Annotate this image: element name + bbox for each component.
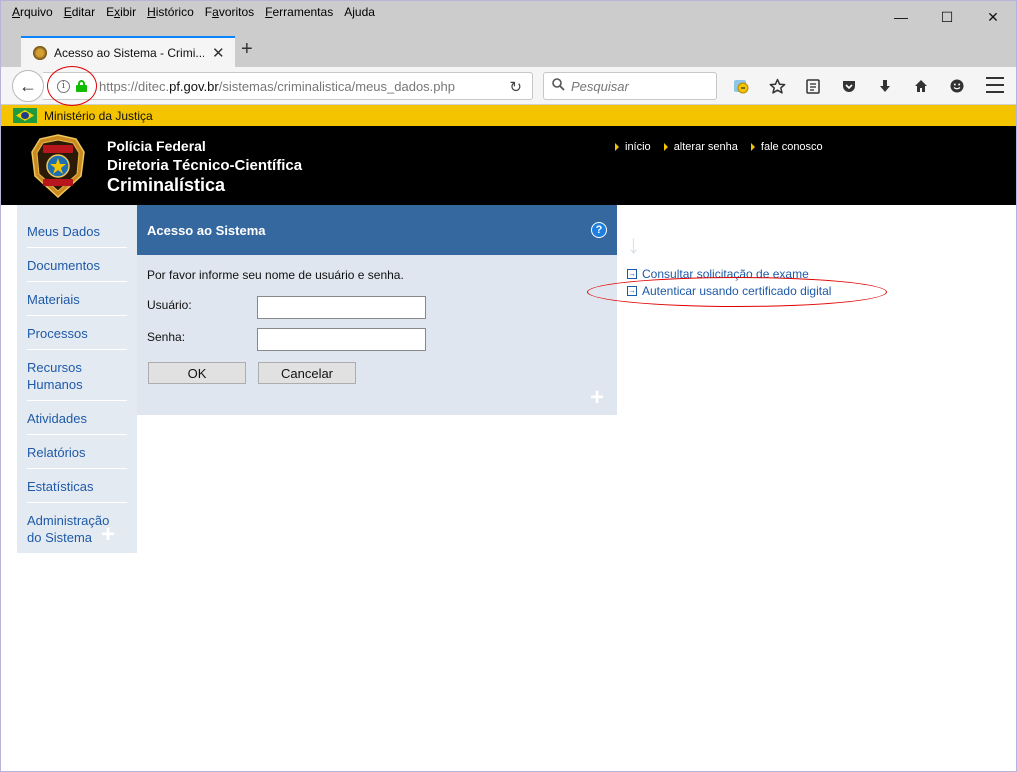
back-arrow-icon: ← [19, 75, 37, 96]
download-icon[interactable] [867, 73, 903, 99]
police-badge-favicon-icon [33, 45, 47, 60]
sidebar-item-processos[interactable]: Processos [27, 316, 127, 350]
menu-historico[interactable]: Histórico [147, 5, 194, 19]
tab-strip: Acesso ao Sistema - Crimi... ✕ + [1, 23, 1016, 67]
ok-button[interactable]: OK [148, 362, 246, 384]
arrow-down-icon: ↓ [627, 229, 640, 259]
login-instructions: Por favor informe seu nome de usuário e … [147, 268, 404, 282]
link-inicio[interactable]: início [615, 141, 651, 153]
menu-ajuda[interactable]: Ajuda [344, 5, 375, 19]
brazil-flag-icon [13, 108, 37, 123]
link-fale-conosco[interactable]: fale conosco [750, 141, 823, 153]
menu-exibir[interactable]: Exibir [106, 5, 136, 19]
pocket-icon[interactable] [831, 73, 867, 99]
link-alterar-senha[interactable]: alterar senha [663, 141, 738, 153]
password-input[interactable] [257, 328, 426, 351]
info-icon[interactable]: i [57, 79, 70, 93]
emoji-icon[interactable] [939, 73, 975, 99]
sidebar-item-documentos[interactable]: Documentos [27, 248, 127, 282]
search-input[interactable] [571, 78, 711, 94]
close-window-button[interactable]: ✕ [970, 1, 1016, 33]
lock-icon[interactable] [76, 80, 87, 92]
close-tab-icon[interactable]: ✕ [212, 44, 225, 62]
browser-window: Arquivo Editar Exibir Histórico Favorito… [0, 0, 1017, 772]
menu-favoritos[interactable]: Favoritos [205, 5, 254, 19]
gov-bar: Ministério da Justiça [1, 105, 1016, 126]
reading-list-icon[interactable] [795, 73, 831, 99]
sidebar-item-atividades[interactable]: Atividades [27, 401, 127, 435]
link-arrow-icon: → [627, 286, 637, 296]
ministerio-link[interactable]: Ministério da Justiça [44, 109, 153, 123]
cancel-button[interactable]: Cancelar [258, 362, 356, 384]
extension-icon[interactable] [723, 73, 759, 99]
username-label: Usuário: [147, 298, 192, 312]
hamburger-menu-icon[interactable] [986, 75, 1004, 95]
policia-federal-badge-icon [31, 134, 85, 198]
menu-arquivo[interactable]: Arquivo [12, 5, 53, 19]
reload-icon[interactable]: ↻ [509, 78, 522, 96]
url-bar[interactable]: i https://ditec.pf.gov.br/sistemas/crimi… [43, 72, 533, 100]
menu-ferramentas[interactable]: Ferramentas [265, 5, 333, 19]
search-bar[interactable] [543, 72, 717, 100]
window-controls: — ☐ ✕ [878, 1, 1016, 33]
triangle-right-icon [663, 143, 668, 151]
minimize-button[interactable]: — [878, 1, 924, 33]
password-label: Senha: [147, 330, 186, 344]
search-icon [552, 78, 565, 94]
header-line-1: Polícia Federal [107, 138, 206, 154]
sidebar-item-recursos-humanos[interactable]: Recursos Humanos [27, 350, 127, 401]
panel-plus-icon: + [590, 384, 605, 411]
sidebar-plus-icon: + [101, 521, 116, 548]
header-line-3: Criminalística [107, 175, 226, 195]
sidebar-item-estatisticas[interactable]: Estatísticas [27, 469, 127, 503]
toolbar-icons [723, 73, 975, 99]
new-tab-icon[interactable]: + [241, 38, 253, 61]
back-button[interactable]: ← [12, 70, 44, 102]
sidebar-item-meus-dados[interactable]: Meus Dados [27, 215, 127, 248]
url-text[interactable]: https://ditec.pf.gov.br/sistemas/crimina… [99, 79, 455, 94]
maximize-button[interactable]: ☐ [924, 1, 970, 33]
login-panel: Acesso ao Sistema ? Por favor informe se… [137, 205, 617, 415]
panel-title: Acesso ao Sistema [147, 222, 266, 238]
navigation-bar: i https://ditec.pf.gov.br/sistemas/crimi… [1, 67, 1016, 105]
header-links: início alterar senha fale conosco [615, 141, 836, 153]
sidebar-item-materiais[interactable]: Materiais [27, 282, 127, 316]
menu-editar[interactable]: Editar [64, 5, 95, 19]
tab-acesso-sistema[interactable]: Acesso ao Sistema - Crimi... ✕ [21, 36, 235, 67]
link-autenticar-certificado[interactable]: → Autenticar usando certificado digital [627, 284, 831, 298]
link-consultar-solicitacao[interactable]: → Consultar solicitação de exame [627, 267, 831, 281]
triangle-right-icon [750, 143, 755, 151]
help-icon[interactable]: ? [591, 222, 607, 238]
home-icon[interactable] [903, 73, 939, 99]
header-line-2: Diretoria Técnico-Científica [107, 157, 303, 174]
tab-title: Acesso ao Sistema - Crimi... [54, 45, 204, 60]
triangle-right-icon [615, 143, 619, 151]
sidebar: Meus Dados Documentos Materiais Processo… [17, 205, 137, 553]
right-links: → Consultar solicitação de exame → Auten… [627, 267, 831, 301]
link-arrow-icon: → [627, 269, 637, 279]
site-header: Polícia Federal Diretoria Técnico-Cientí… [1, 126, 1016, 205]
panel-header: Acesso ao Sistema [137, 205, 617, 255]
sidebar-item-relatorios[interactable]: Relatórios [27, 435, 127, 469]
username-input[interactable] [257, 296, 426, 319]
menu-bar: Arquivo Editar Exibir Histórico Favorito… [1, 1, 1016, 23]
star-icon[interactable] [759, 73, 795, 99]
